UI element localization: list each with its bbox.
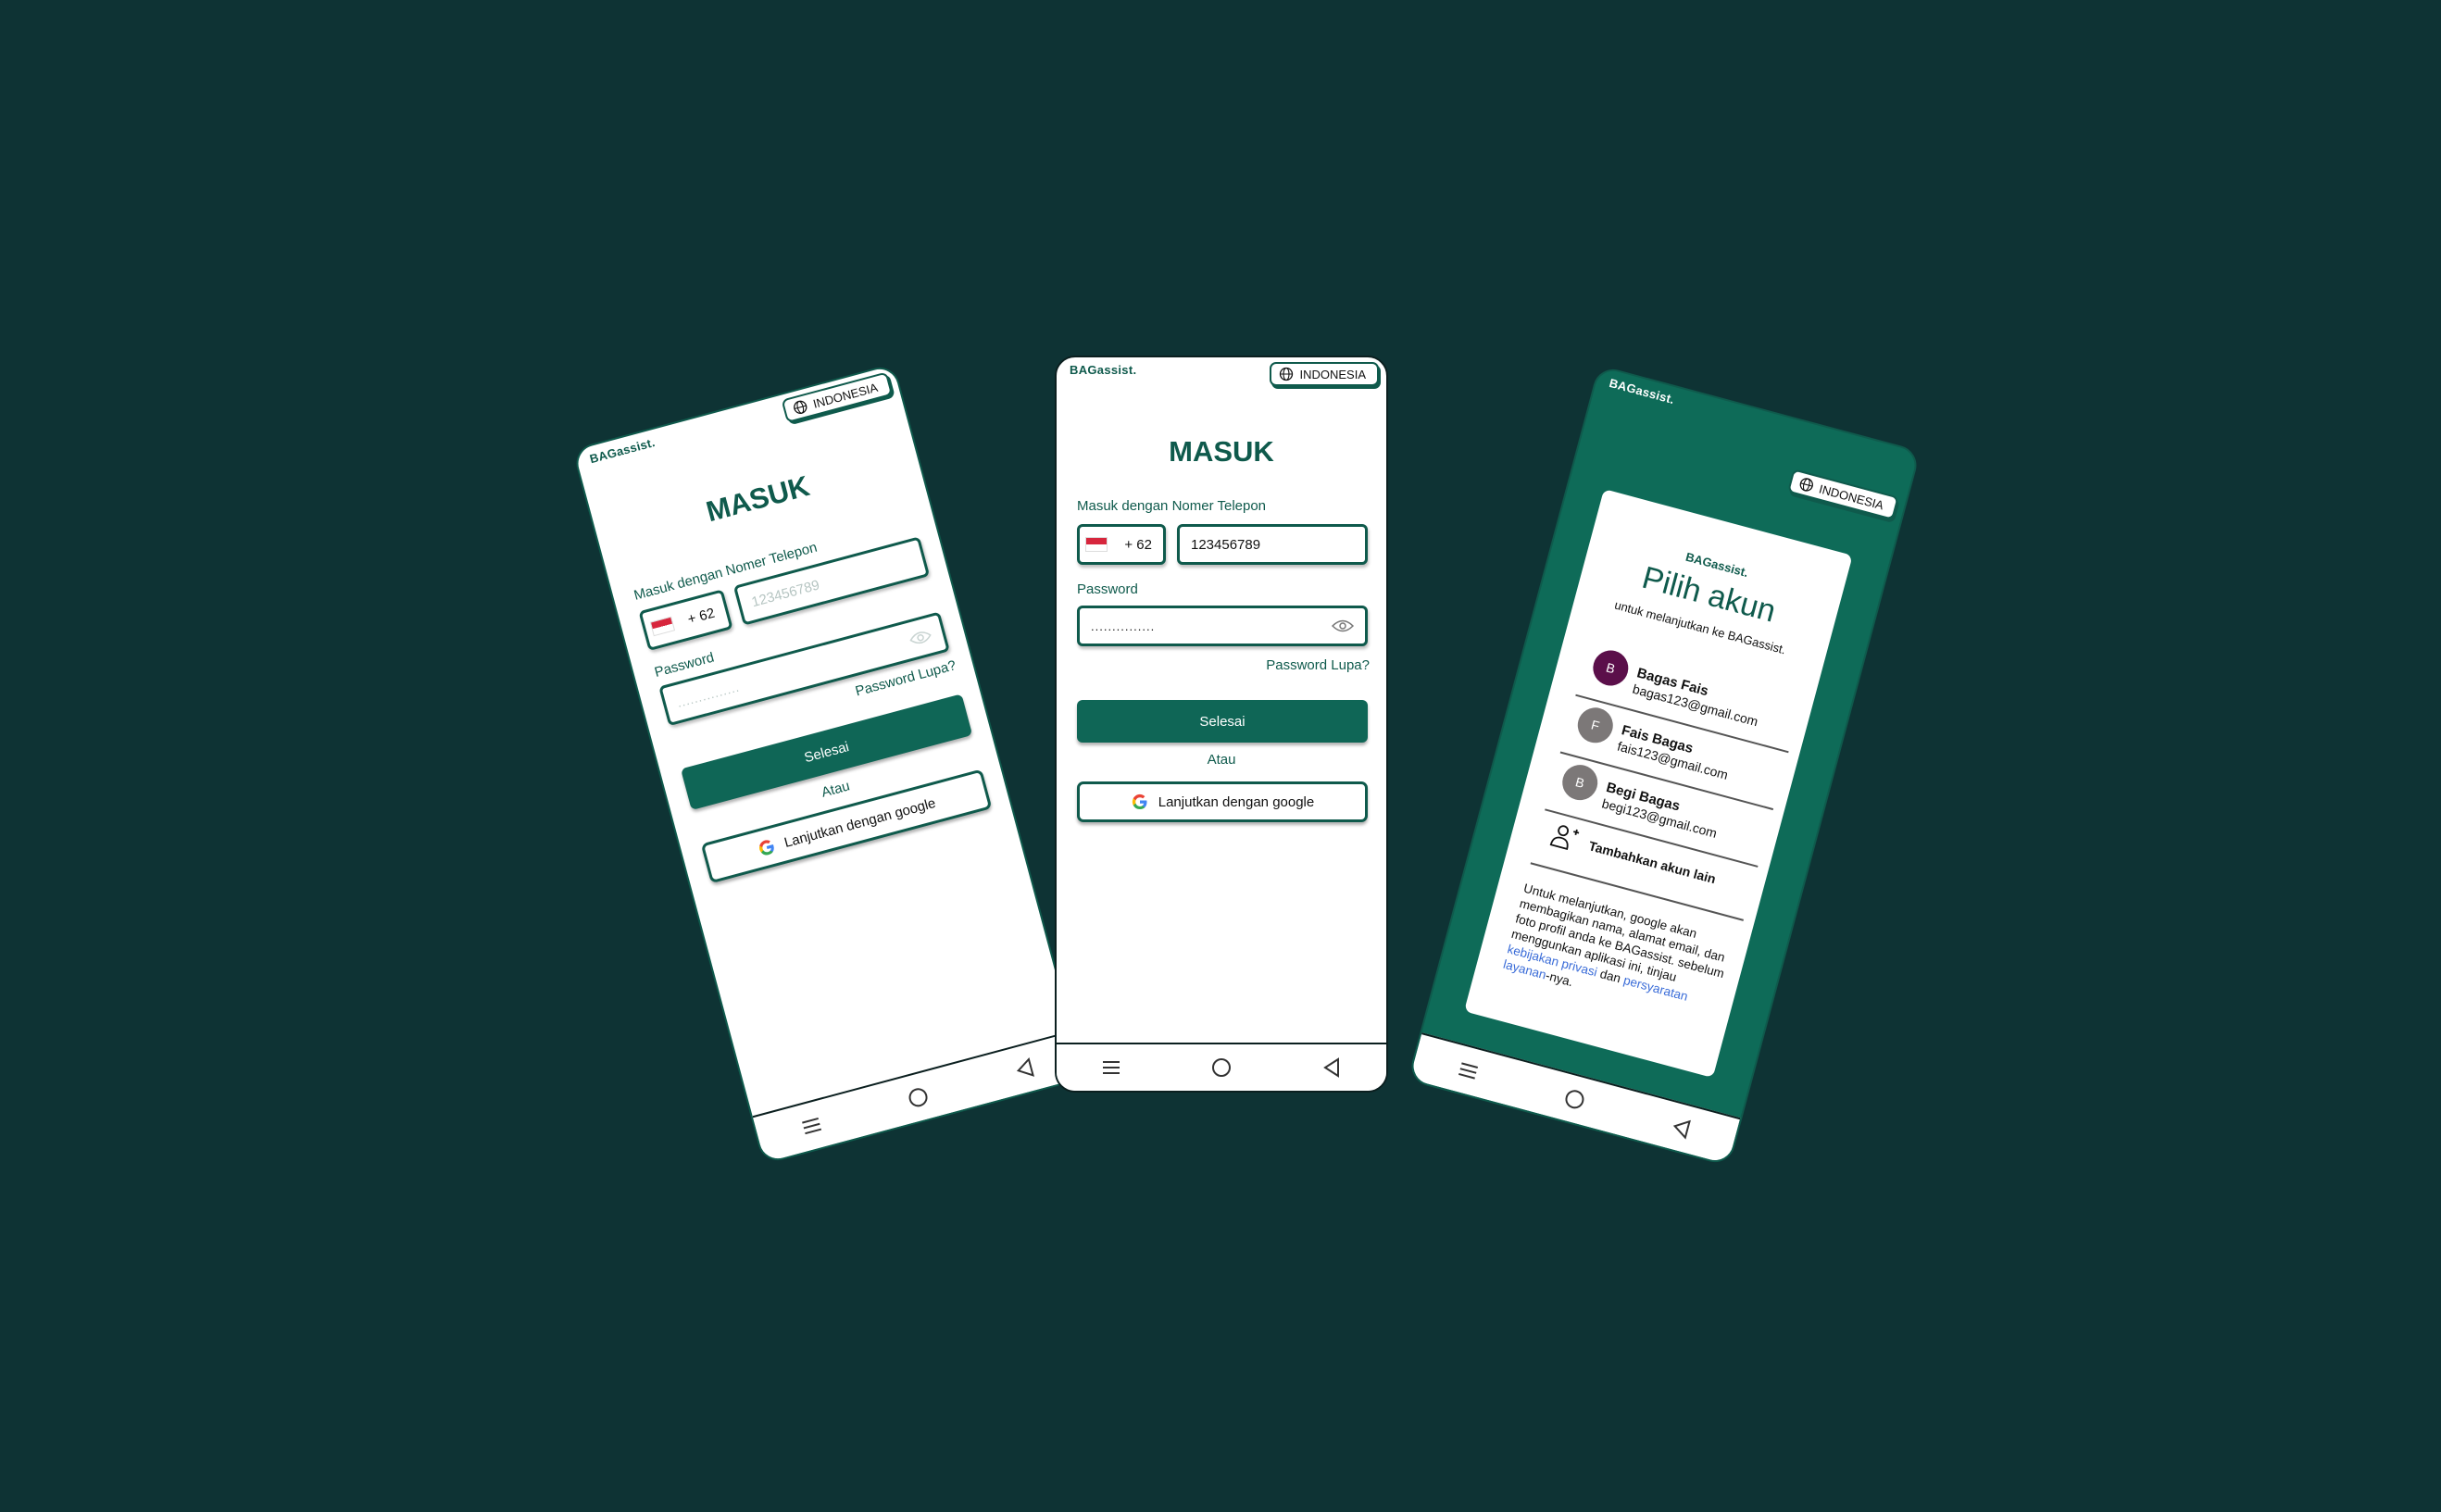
globe-icon [794,400,807,414]
submit-button[interactable]: Selesai [1077,700,1368,743]
brand-logo: BAGassist. [588,435,657,467]
page-title: MASUK [702,469,813,529]
phone-label: Masuk dengan Nomer Telepon [1077,498,1267,514]
language-switch[interactable]: INDONESIA [1787,469,1899,520]
google-login-label: Lanjutkan dengan google [1158,793,1315,810]
home-icon[interactable] [904,1082,933,1112]
password-label: Password [1077,581,1138,597]
menu-icon[interactable] [1099,1056,1123,1080]
password-input[interactable]: ............... [1077,606,1368,646]
page-title: MASUK [1169,435,1274,468]
forgot-password-link[interactable]: Password Lupa? [1266,657,1370,673]
password-dots: ............... [675,679,742,710]
brand-logo: BAGassist. [1608,375,1676,407]
or-divider: Atau [1207,752,1236,768]
phone-account-chooser: BAGassist. INDONESIA BAGassist. Pilih ak… [1407,365,1922,1167]
globe-icon [1280,367,1294,381]
back-icon[interactable] [1009,1055,1039,1084]
home-icon[interactable] [1560,1084,1590,1114]
add-user-icon [1549,825,1580,851]
language-label: INDONESIA [1817,481,1885,512]
system-nav-bar [1057,1043,1386,1091]
phone-input[interactable]: 123456789 [732,536,931,626]
phone-value: 123456789 [1191,536,1261,553]
avatar: B [1558,760,1602,805]
google-icon [758,840,774,856]
account-chooser-card: BAGassist. Pilih akun untuk melanjutkan … [1464,489,1853,1079]
language-label: INDONESIA [811,380,880,411]
brand-logo: BAGassist. [1070,363,1137,377]
back-icon[interactable] [1666,1113,1696,1143]
globe-icon [1800,478,1814,492]
language-switch[interactable]: INDONESIA [1270,362,1379,386]
system-nav-bar [752,1031,1083,1163]
country-code-select[interactable]: + 62 [1077,524,1166,565]
phone-login-tilted: BAGassist. INDONESIA MASUK Masuk dengan … [571,363,1086,1165]
indonesia-flag-icon [1085,537,1108,552]
avatar: F [1573,704,1618,747]
home-icon[interactable] [1209,1056,1233,1080]
google-icon [1132,793,1147,810]
country-code: + 62 [1124,536,1152,553]
language-switch[interactable]: INDONESIA [781,371,894,423]
phone-input[interactable]: 123456789 [1177,524,1368,565]
phone-placeholder: 123456789 [749,576,821,610]
avatar: B [1589,646,1633,690]
password-dots: ............... [1091,619,1156,633]
google-login-button[interactable]: Lanjutkan dengan google [1077,781,1368,822]
back-icon[interactable] [1320,1056,1344,1080]
menu-icon[interactable] [797,1111,827,1141]
country-code: + 62 [685,605,717,628]
indonesia-flag-icon [649,616,676,637]
eye-icon[interactable] [1332,619,1354,632]
language-label: INDONESIA [1299,367,1366,381]
phone-login: BAGassist. INDONESIA MASUK Masuk dengan … [1055,356,1388,1093]
eye-icon[interactable] [908,629,933,647]
menu-icon[interactable] [1454,1056,1483,1086]
